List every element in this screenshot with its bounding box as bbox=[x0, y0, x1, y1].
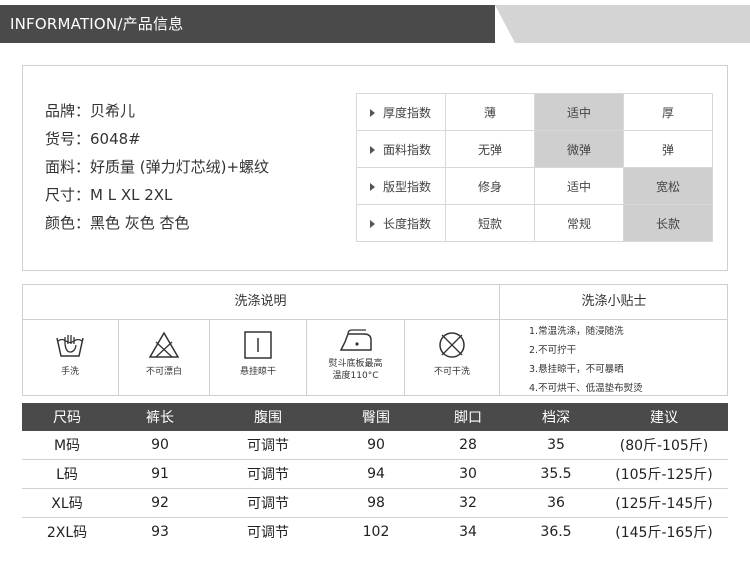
size-table: 尺码 裤长 腹围 臀围 脚口 档深 建议 M码 90 可调节 90 28 35 (80斤-105斤) L码… bbox=[22, 403, 728, 546]
table-cell: 可调节 bbox=[247, 525, 289, 541]
triangle-right-icon bbox=[370, 146, 375, 154]
index-table: 厚度指数薄适中厚面料指数 无弹 微弹弹版型指数 修身 适中 宽松 长度指数 短款 常规 长款 bbox=[356, 93, 713, 242]
triangle-right-icon bbox=[370, 109, 375, 117]
no-bleach-icon bbox=[148, 331, 180, 358]
index-label-text: 长度指数 bbox=[383, 216, 432, 231]
wash-item: 悬挂晾干 bbox=[210, 320, 306, 396]
tip-item: 3.悬挂晾干，不可暴晒 bbox=[529, 364, 624, 375]
wash-item-label: 不可漂白 bbox=[145, 367, 182, 377]
item-number-line: 货号：6048# bbox=[45, 130, 141, 148]
iron-icon bbox=[339, 329, 372, 351]
wash-item-label: 手洗 bbox=[60, 367, 79, 377]
index-option: 适中 bbox=[534, 167, 624, 205]
index-option: 修身 bbox=[445, 167, 535, 205]
size-column-header: 档深 bbox=[512, 403, 600, 431]
table-cell: (125斤-145斤) bbox=[600, 488, 728, 518]
index-row: 版型指数 修身 适中 宽松 bbox=[356, 167, 713, 205]
index-label-text: 厚度指数 bbox=[383, 105, 432, 120]
size-column-header: 尺码 bbox=[22, 403, 112, 431]
table-cell: (80斤-105斤) bbox=[600, 431, 728, 460]
index-option: 长款 bbox=[623, 204, 713, 242]
tip-item: 2.不可拧干 bbox=[529, 345, 577, 356]
table-cell: 可调节 bbox=[208, 488, 328, 518]
table-row: XL码 92 可调节 98 32 36 (125斤-145斤) bbox=[22, 488, 728, 518]
table-cell: 36.5 bbox=[540, 524, 572, 540]
table-row: 2XL码 93 可调节 102 34 36.5 (145斤-165斤) bbox=[22, 518, 728, 547]
size-column-header: 脚口 bbox=[424, 403, 512, 431]
table-cell: 可调节 bbox=[208, 431, 328, 460]
table-cell: XL码 bbox=[22, 488, 112, 518]
header-accent bbox=[495, 5, 750, 43]
index-option: 常规 bbox=[534, 204, 624, 242]
index-label: 厚度指数 bbox=[356, 93, 446, 131]
wash-item: 不可漂白 bbox=[119, 320, 209, 396]
index-row: 面料指数 无弹 微弹弹 bbox=[356, 130, 713, 168]
index-option: 厚 bbox=[623, 93, 713, 131]
triangle-right-icon bbox=[370, 183, 375, 191]
section-title: INFORMATION/产品信息 bbox=[10, 15, 184, 33]
size-column-header: 臀围 bbox=[328, 403, 424, 431]
table-cell: 90 bbox=[328, 431, 424, 460]
table-cell: 32 bbox=[424, 488, 512, 518]
size-column-header: 建议 bbox=[600, 403, 728, 431]
hang-dry-icon bbox=[244, 331, 272, 359]
table-cell: 93 bbox=[151, 524, 169, 540]
index-option: 微弹 bbox=[534, 130, 624, 168]
index-option: 短款 bbox=[445, 204, 535, 242]
size-column-header: 腹围 bbox=[208, 403, 328, 431]
tips-title: 洗涤小贴士 bbox=[581, 294, 647, 309]
color-line: 颜色：黑色 灰色 杏色 bbox=[45, 214, 190, 232]
index-option: 薄 bbox=[445, 93, 535, 131]
wash-item: 不可干洗 bbox=[405, 320, 499, 396]
table-cell: 102 bbox=[362, 524, 390, 540]
table-cell: 30 bbox=[424, 459, 512, 489]
table-cell: 28 bbox=[424, 431, 512, 460]
index-row: 长度指数 短款 常规 长款 bbox=[356, 204, 713, 242]
table-cell: (105斤-125斤) bbox=[600, 459, 728, 489]
index-label: 长度指数 bbox=[356, 204, 446, 242]
size-column-header: 裤长 bbox=[112, 403, 208, 431]
index-label-text: 面料指数 bbox=[383, 142, 432, 157]
table-cell: 91 bbox=[112, 459, 208, 489]
table-cell: 36 bbox=[512, 488, 600, 518]
wash-item-label: 熨斗底板最高 温度110°C bbox=[328, 359, 383, 381]
index-option: 宽松 bbox=[623, 167, 713, 205]
index-label: 面料指数 bbox=[356, 130, 446, 168]
table-cell: 92 bbox=[112, 488, 208, 518]
table-cell: 98 bbox=[328, 488, 424, 518]
wash-item: 手洗 bbox=[22, 320, 118, 396]
table-cell: 2XL码 bbox=[46, 525, 88, 541]
table-cell: 34 bbox=[459, 524, 477, 540]
triangle-right-icon bbox=[370, 220, 375, 228]
wash-title: 洗涤说明 bbox=[234, 294, 287, 309]
index-option: 弹 bbox=[623, 130, 713, 168]
table-cell: 可调节 bbox=[208, 459, 328, 489]
table-cell: 90 bbox=[112, 431, 208, 460]
size-line: 尺寸：M L XL 2XL bbox=[45, 186, 173, 204]
tip-item: 4.不可烘干、低温垫布熨烫 bbox=[529, 383, 643, 394]
table-cell: L码 bbox=[22, 459, 112, 489]
index-option: 无弹 bbox=[445, 130, 535, 168]
table-cell: 94 bbox=[328, 459, 424, 489]
brand-line: 品牌：贝希儿 bbox=[45, 102, 136, 120]
index-label: 版型指数 bbox=[356, 167, 446, 205]
table-cell: M码 bbox=[22, 431, 112, 460]
table-row: M码 90 可调节 90 28 35 (80斤-105斤) bbox=[22, 431, 728, 460]
index-option: 适中 bbox=[534, 93, 624, 131]
wash-item: 熨斗底板最高 温度110°C bbox=[307, 320, 404, 396]
hand-wash-icon bbox=[56, 335, 84, 357]
tip-item: 1.常温洗涤，随浸随洗 bbox=[529, 326, 624, 337]
index-label-text: 版型指数 bbox=[383, 179, 432, 194]
wash-item-label: 悬挂晾干 bbox=[239, 367, 276, 377]
index-row: 厚度指数薄适中厚 bbox=[356, 93, 713, 131]
wash-item-label: 不可干洗 bbox=[433, 367, 470, 377]
no-dry-clean-icon bbox=[439, 332, 465, 358]
table-cell: 35.5 bbox=[512, 459, 600, 489]
table-cell: (145斤-165斤) bbox=[615, 525, 713, 541]
table-cell: 35 bbox=[512, 431, 600, 460]
fabric-line: 面料：好质量 (弹力灯芯绒)+螺纹 bbox=[45, 158, 270, 176]
table-row: L码 91 可调节 94 30 35.5 (105斤-125斤) bbox=[22, 459, 728, 489]
